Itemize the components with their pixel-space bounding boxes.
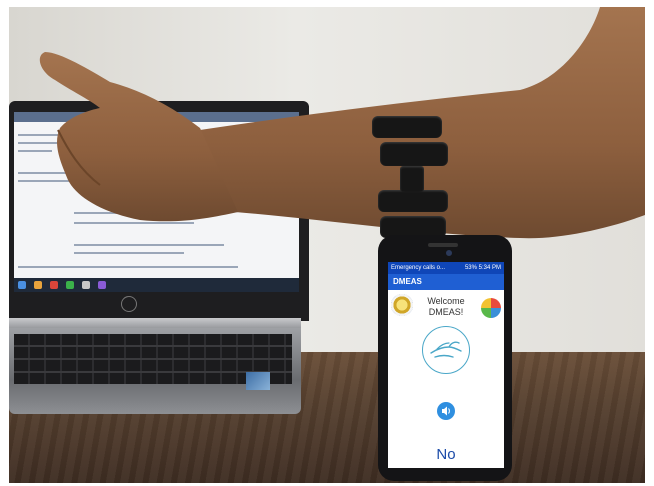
welcome-text: Welcome DMEAS! xyxy=(414,296,478,318)
app-bar: DMEAS xyxy=(388,274,504,290)
welcome-line-1: Welcome xyxy=(427,296,465,306)
armband-link xyxy=(400,166,424,192)
welcome-line-2: DMEAS! xyxy=(428,307,464,317)
phone-front-camera xyxy=(446,250,452,256)
status-bar: Emergency calls o... 53% 5:34 PM xyxy=(388,262,504,274)
app-logo-icon xyxy=(481,298,501,318)
wave-gesture-icon xyxy=(422,326,470,374)
arm xyxy=(39,7,645,239)
speaker-button[interactable] xyxy=(437,402,455,420)
institution-logo-icon xyxy=(391,294,413,316)
phone-earpiece xyxy=(428,243,458,247)
armband-segment xyxy=(372,116,442,138)
armband-segment xyxy=(380,142,448,166)
armband-segment xyxy=(378,190,448,212)
status-battery-time: 53% 5:34 PM xyxy=(464,265,501,271)
answer-text: No xyxy=(436,446,456,463)
speaker-icon xyxy=(442,406,450,416)
app-title: DMEAS xyxy=(393,277,422,286)
phone-screen: Emergency calls o... 53% 5:34 PM DMEAS W… xyxy=(388,262,504,468)
wave-gesture-glyph xyxy=(430,341,462,358)
status-carrier: Emergency calls o... xyxy=(391,265,446,271)
